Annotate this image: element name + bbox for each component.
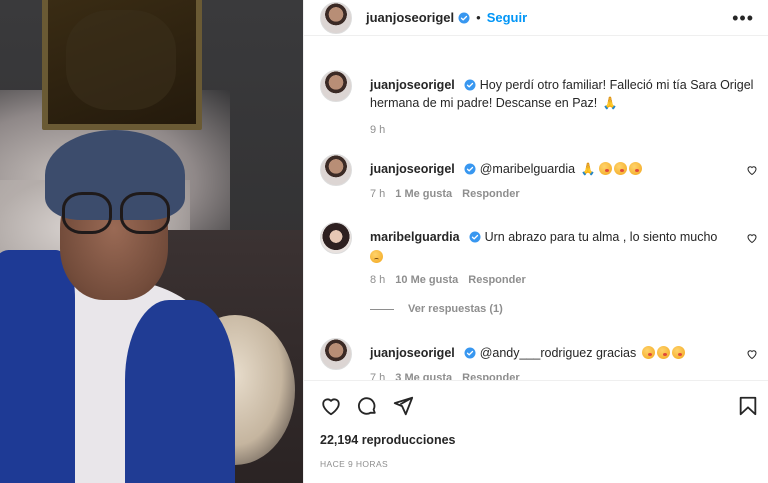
post-header: juanjoseorigel • Seguir ••• bbox=[304, 0, 768, 36]
commenter-avatar[interactable] bbox=[320, 154, 352, 186]
comment-username[interactable]: juanjoseorigel bbox=[370, 162, 455, 176]
comment-time: 8 h bbox=[370, 274, 386, 286]
praying-hands-emoji bbox=[581, 160, 597, 178]
heart-icon[interactable] bbox=[320, 395, 342, 417]
post-timestamp: HACE 9 HORAS bbox=[320, 459, 389, 469]
kiss-emoji bbox=[656, 346, 670, 359]
comment-text: @andy___rodriguez gracias bbox=[479, 346, 637, 360]
comment-heart-icon[interactable] bbox=[746, 348, 758, 360]
view-count[interactable]: 22,194 reproducciones bbox=[320, 433, 455, 447]
more-options-icon[interactable]: ••• bbox=[732, 9, 754, 27]
author-avatar[interactable] bbox=[320, 70, 352, 102]
post-actions bbox=[320, 395, 414, 417]
kiss-emoji bbox=[598, 162, 612, 175]
comment: juanjoseorigel @andy___rodriguez gracias… bbox=[320, 338, 760, 380]
bookmark-icon[interactable] bbox=[737, 395, 759, 417]
verified-badge-icon bbox=[464, 79, 476, 91]
comment-username[interactable]: maribelguardia bbox=[370, 230, 460, 244]
comment-likes[interactable]: 10 Me gusta bbox=[395, 274, 458, 286]
sad-emoji bbox=[370, 250, 383, 263]
comment-time: 7 h bbox=[370, 372, 386, 380]
view-replies-label[interactable]: Ver respuestas (1) bbox=[408, 303, 503, 315]
person-vest bbox=[125, 300, 235, 483]
comment-time: 7 h bbox=[370, 188, 386, 200]
comment: juanjoseorigel @maribelguardia 7 h 1 Me … bbox=[320, 154, 760, 200]
author-avatar[interactable] bbox=[320, 1, 352, 34]
reply-button[interactable]: Responder bbox=[462, 188, 519, 200]
verified-badge-icon bbox=[464, 163, 476, 175]
separator-dot: • bbox=[476, 10, 481, 25]
commenter-avatar[interactable] bbox=[320, 222, 352, 254]
comment-likes[interactable]: 1 Me gusta bbox=[395, 188, 452, 200]
comment: maribelguardia Urn abrazo para tu alma ,… bbox=[320, 222, 760, 286]
verified-badge-icon bbox=[469, 231, 481, 243]
post-video[interactable] bbox=[0, 0, 303, 483]
comment-heart-icon[interactable] bbox=[746, 232, 758, 244]
comment-time: 9 h bbox=[370, 124, 386, 136]
reply-button[interactable]: Responder bbox=[462, 372, 519, 380]
praying-hands-emoji bbox=[603, 94, 619, 112]
save-button[interactable] bbox=[737, 395, 759, 422]
replies-divider bbox=[370, 308, 394, 310]
author-username[interactable]: juanjoseorigel bbox=[366, 10, 454, 25]
comment-text[interactable]: @maribelguardia bbox=[480, 162, 575, 176]
verified-badge-icon bbox=[464, 347, 476, 359]
post-actions-bar: 22,194 reproducciones HACE 9 HORAS bbox=[304, 380, 768, 483]
comments-list[interactable]: juanjoseorigel Hoy perdí otro familiar! … bbox=[304, 36, 768, 380]
commenter-avatar[interactable] bbox=[320, 338, 352, 370]
person-vest bbox=[0, 250, 75, 483]
kiss-emoji bbox=[613, 162, 627, 175]
comment-likes[interactable]: 3 Me gusta bbox=[395, 372, 452, 380]
kiss-emoji bbox=[641, 346, 655, 359]
follow-button[interactable]: Seguir bbox=[487, 10, 527, 25]
comment-heart-icon[interactable] bbox=[746, 164, 758, 176]
wall-painting bbox=[42, 0, 202, 130]
reply-button[interactable]: Responder bbox=[468, 274, 525, 286]
share-icon[interactable] bbox=[392, 395, 414, 417]
comment-username[interactable]: juanjoseorigel bbox=[370, 78, 455, 92]
verified-badge-icon bbox=[458, 12, 470, 23]
view-replies-button[interactable]: Ver respuestas (1) bbox=[370, 303, 503, 315]
post-panel: juanjoseorigel • Seguir ••• juanjoseorig… bbox=[303, 0, 768, 483]
kiss-emoji bbox=[671, 346, 685, 359]
kiss-emoji bbox=[628, 162, 642, 175]
person-glasses bbox=[62, 192, 172, 236]
comment-username[interactable]: juanjoseorigel bbox=[370, 346, 455, 360]
caption: juanjoseorigel Hoy perdí otro familiar! … bbox=[320, 70, 760, 136]
comment-text: Urn abrazo para tu alma , lo siento much… bbox=[484, 230, 718, 244]
comment-icon[interactable] bbox=[356, 395, 378, 417]
